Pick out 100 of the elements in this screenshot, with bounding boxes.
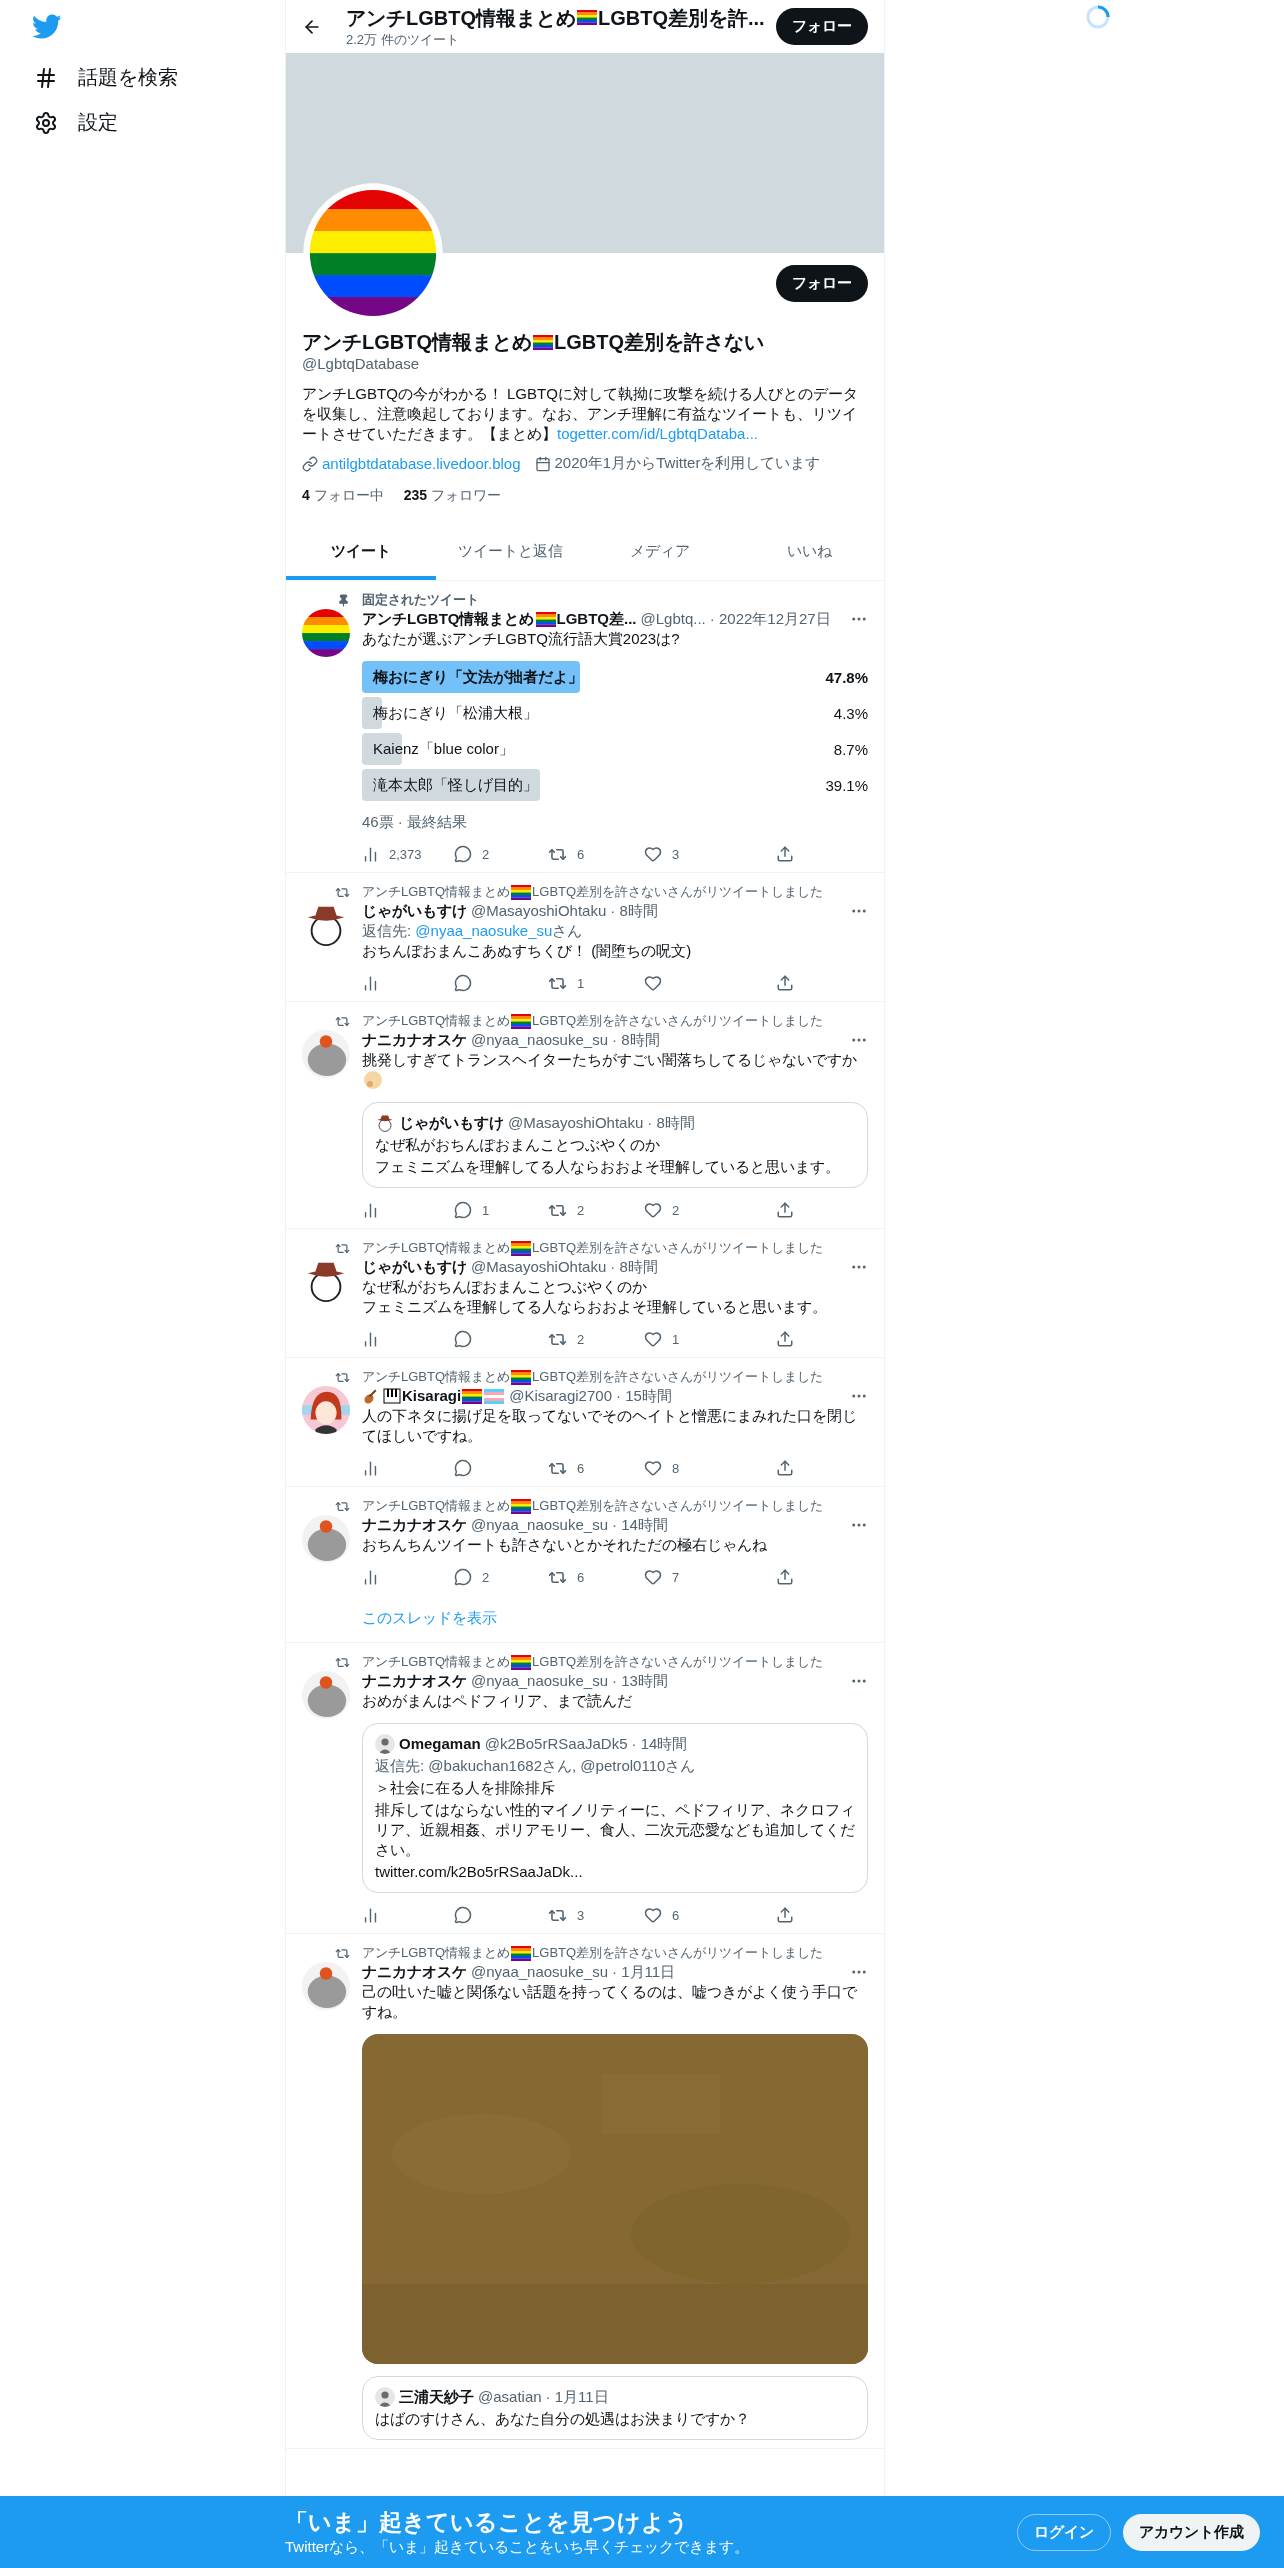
tweet-context: LGBTQ差別を許さないさんがリツイートしました <box>532 1012 824 1030</box>
author-handle: @nyaa_naosuke_su <box>471 1030 608 1050</box>
views-icon[interactable] <box>362 1568 379 1586</box>
share-icon[interactable] <box>776 1906 794 1924</box>
tweet-text: 挑発しすぎてトランスヘイターたちがすごい闇落ちしてるじゃないですか <box>362 1050 858 1070</box>
sidebar-item[interactable]: 設定 <box>34 109 118 136</box>
stat-count[interactable]: 235 <box>403 487 428 505</box>
tweet-time[interactable]: · 13時間 <box>612 1671 668 1691</box>
quoted-text: 排斥してはならない性的マイノリティーに、ペドフィリア、ネクロフィリア、近親相姦、ポリアモリー、食人、二次元恋愛なども追加してください。 <box>375 1800 855 1860</box>
rainbow-flag-icon <box>462 1388 483 1404</box>
author-handle: @k2Bo5rRSaaJaDk5 <box>484 1734 628 1754</box>
author-name: Omegaman <box>399 1734 481 1754</box>
author-handle: @asatian <box>478 2387 542 2407</box>
rainbow-flag-icon <box>535 611 556 627</box>
author-handle: @nyaa_naosuke_su <box>471 1671 608 1691</box>
profile-tab[interactable]: いいね <box>734 527 884 580</box>
avatar[interactable] <box>375 1113 395 1133</box>
like-icon[interactable] <box>644 1330 662 1348</box>
tweet-time[interactable]: · 14時間 <box>612 1515 668 1535</box>
views-icon[interactable] <box>362 1906 379 1924</box>
reply-icon[interactable] <box>454 845 472 863</box>
views-icon[interactable] <box>362 974 379 992</box>
author-name[interactable]: LGBTQ差... <box>556 609 637 629</box>
reply-icon[interactable] <box>454 974 472 992</box>
follow-button[interactable]: フォロー <box>776 265 868 302</box>
author-name[interactable]: ナニカナオスケ <box>362 1515 467 1535</box>
like-count: 8 <box>672 1460 680 1476</box>
profile-tab[interactable]: ツイート <box>286 527 436 580</box>
piano-icon <box>383 1387 401 1405</box>
tweet-context: LGBTQ差別を許さないさんがリツイートしました <box>532 1368 824 1386</box>
views-icon[interactable] <box>362 1459 379 1477</box>
tweet-text: おめがまんはペドフィリア、まで読んだ <box>362 1691 633 1711</box>
like-icon[interactable] <box>644 974 662 992</box>
quoted-tweet[interactable]: 三浦天紗子 @asatian · 1月11日 はばのすけさん、あなた自分の処遇はお決まりですか？ <box>362 2376 868 2440</box>
avatar[interactable] <box>302 609 350 657</box>
avatar[interactable] <box>302 1386 350 1434</box>
author-name[interactable]: ナニカナオスケ <box>362 1962 467 1982</box>
tweet-context: アンチLGBTQ情報まとめ <box>362 883 511 901</box>
profile-name: LGBTQ差別を許さない <box>554 330 764 355</box>
stat-count[interactable]: 4 <box>302 487 310 505</box>
tweet-time[interactable]: · 2022年12月27日 <box>709 609 831 629</box>
signup-button[interactable]: アカウント作成 <box>1123 2513 1260 2551</box>
like-icon[interactable] <box>644 1459 662 1477</box>
share-icon[interactable] <box>776 1568 794 1586</box>
profile-tab[interactable]: ツイートと返信 <box>435 527 585 580</box>
views-icon[interactable] <box>362 1330 379 1348</box>
stat-label[interactable]: フォロワー <box>431 487 502 505</box>
author-name[interactable]: じゃがいもすけ <box>362 901 467 921</box>
bird-logo[interactable] <box>32 14 62 40</box>
stat-label[interactable]: フォロー中 <box>313 487 384 505</box>
tweet-time[interactable]: · 15時間 <box>616 1386 672 1406</box>
like-icon[interactable] <box>644 1568 662 1586</box>
tweet-time[interactable]: · 1月11日 <box>612 1962 676 1982</box>
tweet-time: · 14時間 <box>631 1734 688 1754</box>
views-icon[interactable] <box>362 1201 379 1219</box>
banner-subtitle: Twitterなら、「いま」起きていることをいち早くチェックできます。 <box>285 2538 751 2557</box>
share-icon[interactable] <box>776 845 794 863</box>
like-icon[interactable] <box>644 845 662 863</box>
share-icon[interactable] <box>776 1330 794 1348</box>
tweet-time[interactable]: · 8時間 <box>610 901 658 921</box>
tweet-text: おちんちんツイートも許さないとかそれただの極右じゃんね <box>362 1535 768 1555</box>
sidebar-item[interactable]: 話題を検索 <box>34 64 178 91</box>
tweet-text: おちんぽおまんこあぬすちくび！ (闇堕ちの呪文) <box>362 941 693 961</box>
author-name[interactable]: アンチLGBTQ情報まとめ <box>362 609 535 629</box>
tweet-time[interactable]: · 8時間 <box>610 1257 658 1277</box>
author-name[interactable]: Kisaragi <box>402 1386 462 1406</box>
link-icon <box>302 455 318 472</box>
share-icon[interactable] <box>776 974 794 992</box>
share-icon[interactable] <box>776 1201 794 1219</box>
like-icon[interactable] <box>644 1201 662 1219</box>
rainbow-flag-icon <box>511 1369 532 1385</box>
author-name[interactable]: ナニカナオスケ <box>362 1030 467 1050</box>
reply-count: 2 <box>482 846 490 862</box>
quoted-tweet[interactable]: Omegaman @k2Bo5rRSaaJaDk5 · 14時間 返信先: @bakuchan1682さん, @petrol0110さん ＞社会に在る人を排除排斥 排斥してはならない性的マイノリティーに、ペドフィリア、ネクロフィリア、近親相姦、ポリアモリー、食人、二次元恋愛なども追加してください。 twitter.com/k2Bo5rRSaaJaDk... <box>362 1723 868 1893</box>
share-icon[interactable] <box>776 1459 794 1477</box>
calendar-icon <box>534 455 551 472</box>
rainbow-flag-icon <box>511 1654 532 1670</box>
tweet-time[interactable]: · 8時間 <box>612 1030 660 1050</box>
reply-icon[interactable] <box>454 1459 472 1477</box>
profile-title: アンチLGBTQ情報まとめ <box>346 5 576 31</box>
like-icon[interactable] <box>644 1906 662 1924</box>
author-handle: @nyaa_naosuke_su <box>471 1515 608 1535</box>
follow-button[interactable]: フォロー <box>776 8 868 45</box>
poll-percent: 39.1% <box>825 776 868 794</box>
reply-icon[interactable] <box>454 1568 472 1586</box>
like-count: 3 <box>672 846 680 862</box>
author-name[interactable]: じゃがいもすけ <box>362 1257 467 1277</box>
views-icon[interactable] <box>362 845 379 863</box>
profile-tab[interactable]: メディア <box>585 527 735 580</box>
author-handle: @MasayoshiOhtaku <box>508 1113 644 1133</box>
reply-icon[interactable] <box>454 1201 472 1219</box>
quoted-text: フェミニズムを理解してる人ならおおよそ理解していると思います。 <box>375 1157 841 1177</box>
reply-icon[interactable] <box>454 1906 472 1924</box>
like-count: 1 <box>672 1331 680 1347</box>
tweet-context: LGBTQ差別を許さないさんがリツイートしました <box>532 1239 824 1257</box>
author-name[interactable]: ナニカナオスケ <box>362 1671 467 1691</box>
tweet-context: LGBTQ差別を許さないさんがリツイートしました <box>532 1944 824 1962</box>
quoted-tweet[interactable]: じゃがいもすけ @MasayoshiOhtaku · 8時間 なぜ私がおちんぽおまんことつぶやくのか フェミニズムを理解してる人ならおおよそ理解していると思います。 <box>362 1102 868 1188</box>
reply-icon[interactable] <box>454 1330 472 1348</box>
profile-handle: @LgbtqDatabase <box>302 355 420 372</box>
